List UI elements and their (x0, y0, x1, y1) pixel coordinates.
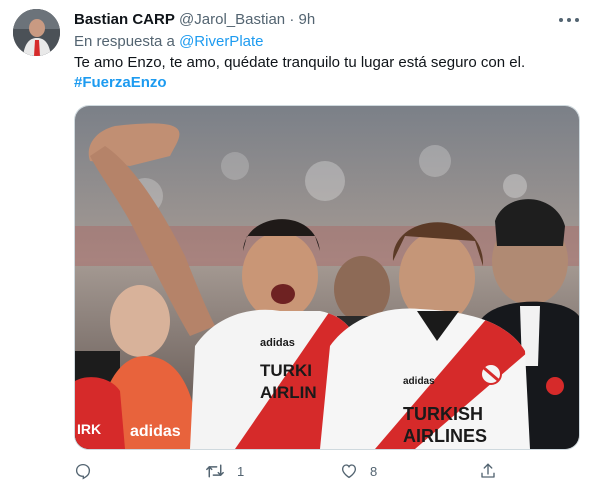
svg-text:TURKI: TURKI (260, 361, 312, 380)
svg-text:adidas: adidas (260, 337, 295, 349)
display-name[interactable]: Bastian CARP (74, 11, 175, 28)
like-button[interactable]: 8 (340, 459, 377, 483)
svg-text:TURKISH: TURKISH (403, 404, 483, 424)
retweet-button[interactable]: 1 (205, 459, 244, 483)
svg-text:AIRLINES: AIRLINES (403, 426, 487, 446)
tweet-photo[interactable]: adidas TURKI AIRLIN adidas adidas TURKIS… (74, 105, 580, 450)
more-options-icon[interactable] (559, 13, 579, 27)
share-icon (479, 462, 497, 480)
avatar[interactable] (13, 9, 60, 56)
separator-dot: · (289, 11, 295, 28)
reply-prefix: En respuesta a (74, 33, 175, 50)
svg-text:AIRLIN: AIRLIN (260, 383, 317, 402)
tweet-text: Te amo Enzo, te amo, quédate tranquilo t… (74, 54, 526, 71)
svg-text:adidas: adidas (403, 376, 435, 387)
retweet-count: 1 (237, 463, 245, 479)
svg-text:adidas: adidas (130, 423, 181, 440)
retweet-icon (205, 462, 225, 480)
tweet-actions: 1 8 (74, 459, 497, 483)
heart-icon (340, 462, 358, 480)
tweet-header: Bastian CARP @Jarol_Bastian · 9h (74, 10, 315, 30)
timestamp[interactable]: 9h (299, 11, 316, 28)
share-button[interactable] (479, 459, 497, 483)
user-handle[interactable]: @Jarol_Bastian (179, 11, 285, 28)
hashtag-link[interactable]: #FuerzaEnzo (74, 73, 167, 93)
reply-mention-link[interactable]: @RiverPlate (179, 33, 263, 50)
reply-context: En respuesta a @RiverPlate (74, 32, 264, 52)
svg-text:IRK: IRK (77, 421, 101, 437)
like-count: 8 (370, 463, 378, 479)
reply-button[interactable] (74, 459, 92, 483)
tweet[interactable]: Bastian CARP @Jarol_Bastian · 9h En resp… (0, 0, 589, 485)
reply-icon (74, 462, 92, 480)
